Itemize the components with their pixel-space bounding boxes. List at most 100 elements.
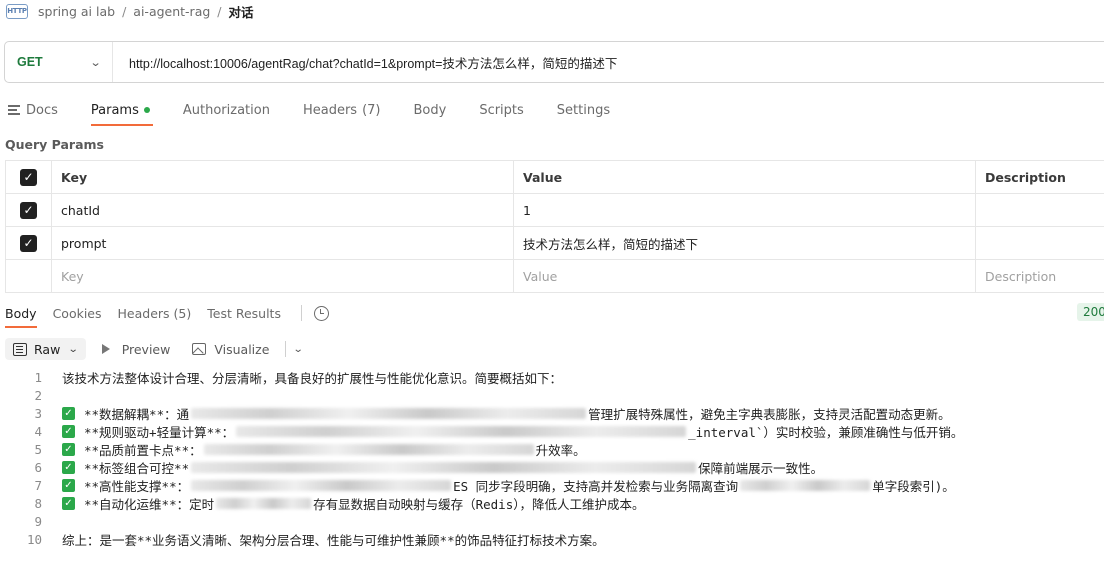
line-number: 4 [34, 423, 42, 439]
tab-label: Params [90, 102, 139, 118]
tab-headers[interactable]: Headers (7) [303, 97, 381, 123]
check-mark-icon: ✓ [62, 442, 75, 456]
params-active-dot [143, 107, 150, 113]
new-param-value[interactable]: Value [513, 260, 975, 292]
line-number: 5 [34, 441, 42, 457]
response-body-viewer[interactable]: 1 该技术方法整体设计合理、分层清晰，具备良好的扩展性与性能优化意识。简要概括如… [0, 368, 1104, 548]
line-text: ✓ **品质前置卡点**： 升效率。 [42, 440, 586, 459]
column-header-key: Key [51, 161, 513, 193]
status-badge: 200 [1077, 303, 1104, 321]
select-all-checkbox[interactable]: ✓ [20, 168, 37, 186]
line-number: 7 [34, 477, 42, 493]
param-key[interactable]: chatId [51, 194, 513, 226]
line-segment: 管理扩展特殊属性，避免主字典表膨胀，支持灵活配置动态更新。 [588, 406, 951, 422]
line-text: ✓ **数据解耦**：通 管理扩展特殊属性，避免主字典表膨胀，支持灵活配置动态更… [42, 404, 951, 423]
response-tabs: Body Cookies Headers (5) Test Results [5, 302, 329, 328]
line-number: 10 [26, 531, 42, 547]
param-description[interactable] [975, 194, 1104, 226]
line-number: 9 [34, 513, 42, 529]
code-line: 2 [0, 386, 1104, 404]
request-url-bar: GET ⌄ [4, 41, 1104, 83]
param-enable-checkbox[interactable]: ✓ [20, 201, 37, 219]
redacted-region [203, 443, 534, 455]
table-row: ✓ chatId 1 [5, 194, 1104, 227]
code-line: 1 该技术方法整体设计合理、分层清晰，具备良好的扩展性与性能优化意识。简要概括如… [0, 368, 1104, 386]
tab-docs[interactable]: Docs [8, 97, 58, 123]
breadcrumb-collection[interactable]: ai-agent-rag [133, 4, 210, 19]
param-description[interactable] [975, 227, 1104, 259]
chevron-down-icon[interactable]: ⌄ [293, 344, 304, 355]
tab-authorization[interactable]: Authorization [183, 97, 270, 123]
param-enable-checkbox[interactable]: ✓ [20, 234, 37, 252]
param-enable-cell [5, 260, 51, 292]
line-segment: _interval`）实时校验，兼顾准确性与低开销。 [688, 424, 964, 440]
tab-label: Scripts [479, 102, 524, 118]
visualize-label: Visualize [214, 341, 270, 357]
new-param-key[interactable]: Key [51, 260, 513, 292]
redacted-region [191, 407, 587, 419]
line-number: 6 [34, 459, 42, 475]
tab-body[interactable]: Body [413, 97, 446, 123]
line-segment: 升效率。 [535, 442, 586, 458]
history-icon[interactable] [313, 305, 329, 321]
preview-label: Preview [121, 341, 171, 357]
redacted-region [191, 461, 697, 473]
request-tabs: Docs Params Authorization Headers (7) Bo… [8, 97, 643, 126]
line-text: 该技术方法整体设计合理、分层清晰，具备良好的扩展性与性能优化意识。简要概括如下： [62, 370, 563, 386]
line-number: 3 [34, 405, 42, 421]
response-tab-headers[interactable]: Headers (5) [118, 302, 192, 324]
breadcrumb-request-name[interactable]: 对话 [229, 2, 254, 21]
method-select[interactable]: GET ⌄ [5, 42, 113, 82]
tab-scripts[interactable]: Scripts [479, 97, 523, 123]
line-segment: 单字段索引)。 [872, 478, 955, 494]
breadcrumb-workspace[interactable]: spring ai lab [38, 4, 115, 19]
tab-label: Docs [26, 102, 58, 118]
redacted-region [740, 479, 871, 491]
param-enable-cell: ✓ [5, 194, 51, 226]
column-header-description: Description [975, 161, 1104, 193]
tab-settings[interactable]: Settings [557, 97, 610, 123]
response-tab-body[interactable]: Body [5, 302, 37, 328]
url-input[interactable] [113, 42, 1104, 82]
line-text: ✓ **标签组合可控** 保障前端展示一致性。 [42, 458, 823, 477]
check-mark-icon: ✓ [62, 460, 75, 474]
query-params-table: ✓ Key Value Description ✓ chatId 1 ✓ pro… [5, 160, 1104, 293]
line-number: 1 [34, 369, 42, 385]
tab-params[interactable]: Params [90, 97, 153, 126]
param-value[interactable]: 1 [513, 194, 975, 226]
line-segment: **自动化运维**：定时 [84, 496, 215, 512]
tab-label: Settings [556, 102, 611, 118]
docs-icon [8, 103, 20, 118]
param-value[interactable]: 技术方法怎么样，简短的描述下 [513, 227, 975, 259]
table-header-row: ✓ Key Value Description [5, 161, 1104, 194]
new-param-description[interactable]: Description [975, 260, 1104, 292]
line-text: ✓ **自动化运维**：定时 存有显数据自动映射与缓存（Redis），降低人工维… [42, 494, 645, 513]
table-row: ✓ prompt 技术方法怎么样，简短的描述下 [5, 227, 1104, 260]
code-line: 9 [0, 512, 1104, 530]
response-tab-test-results[interactable]: Test Results [207, 302, 281, 324]
query-params-title: Query Params [5, 137, 104, 152]
line-segment: **标签组合可控** [84, 460, 190, 476]
code-line: 8 ✓ **自动化运维**：定时 存有显数据自动映射与缓存（Redis），降低人… [0, 494, 1104, 512]
tab-count: (5) [173, 305, 192, 321]
line-number: 2 [34, 387, 42, 403]
param-key[interactable]: prompt [51, 227, 513, 259]
column-header-value: Value [513, 161, 975, 193]
visualize-button[interactable]: Visualize [186, 342, 269, 357]
code-line: 10 综上：是一套**业务语义清晰、架构分层合理、性能与可维护性兼顾**的饰品特… [0, 530, 1104, 548]
tab-label: Body [413, 102, 447, 118]
preview-button[interactable]: Preview [96, 341, 171, 357]
tab-count: (7) [362, 102, 381, 118]
response-tab-cookies[interactable]: Cookies [53, 302, 102, 324]
check-mark-icon: ✓ [62, 406, 75, 420]
tab-label: Headers [302, 102, 358, 118]
select-all-cell: ✓ [5, 161, 51, 193]
format-select[interactable]: Raw ⌄ [5, 338, 86, 360]
http-request-icon: HTTP [6, 3, 28, 19]
breadcrumb: HTTP spring ai lab / ai-agent-rag / 对话 [6, 0, 254, 22]
line-text: 综上：是一套**业务语义清晰、架构分层合理、性能与可维护性兼顾**的饰品特征打标… [62, 532, 605, 548]
check-mark-icon: ✓ [62, 478, 75, 492]
line-segment: 保障前端展示一致性。 [698, 460, 824, 476]
raw-format-icon [13, 342, 27, 356]
tab-label: Authorization [182, 102, 270, 118]
